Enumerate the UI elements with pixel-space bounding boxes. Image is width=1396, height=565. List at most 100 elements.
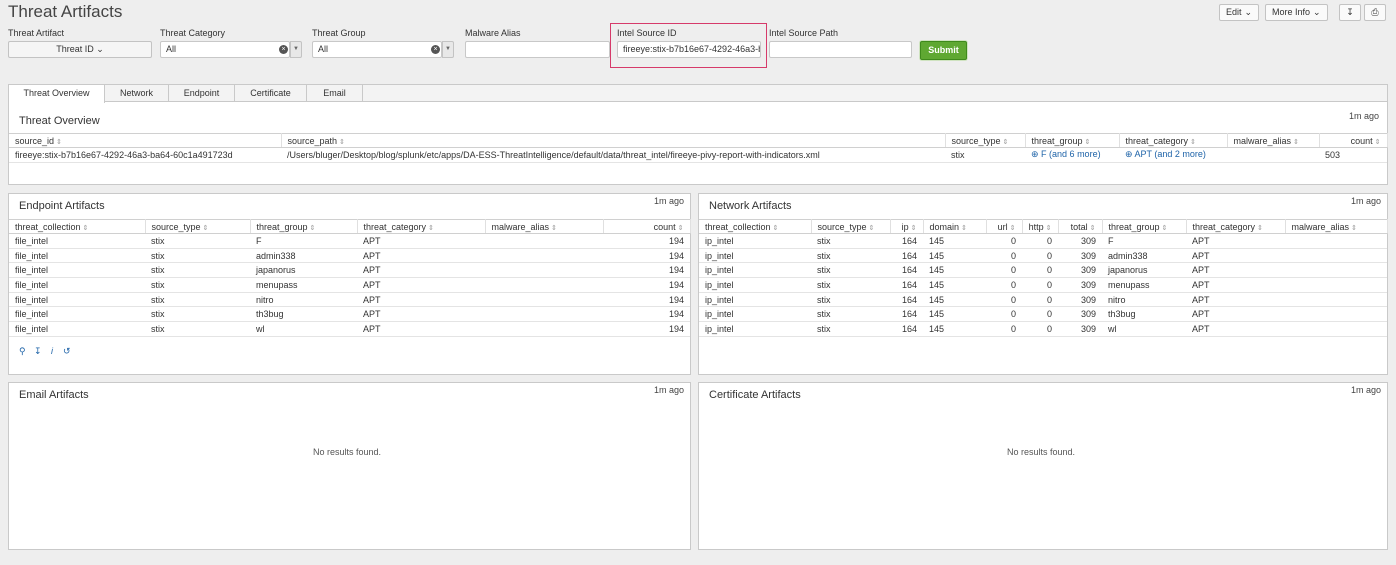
threat-category-link[interactable]: APT (and 2 more) [1135,149,1206,159]
column-header-url[interactable]: url ⇕ [986,219,1023,234]
table-row[interactable]: file_intel stix F APT 194 [9,233,690,249]
column-header-malware-alias[interactable]: malware_alias ⇕ [485,219,604,234]
column-header-count[interactable]: count ⇕ [603,219,691,234]
cell-ip: 164 [890,292,923,308]
column-header-malware-alias[interactable]: malware_alias ⇕ [1227,133,1320,148]
sort-icon[interactable]: ⇕ [869,225,875,232]
threat-group-link[interactable]: F (and 6 more) [1041,149,1101,159]
sort-icon[interactable]: ⇕ [428,225,434,232]
threat-group-select[interactable]: All [312,41,442,58]
column-header-domain[interactable]: domain ⇕ [923,219,987,234]
table-row[interactable]: file_intel stix wl APT 194 [9,321,690,337]
export-icon[interactable]: ↧ [34,346,42,357]
threat-artifact-dropdown[interactable]: Threat ID ⌄ [8,41,152,58]
sort-icon[interactable]: ⇕ [911,225,917,232]
column-header-ip[interactable]: ip ⇕ [890,219,924,234]
table-row[interactable]: ip_intel stix 164 145 0 0 309 wl APT [699,321,1387,337]
column-header-total[interactable]: total ⇕ [1058,219,1103,234]
cell-threat-collection: ip_intel [699,233,811,249]
table-row[interactable]: file_intel stix th3bug APT 194 [9,306,690,323]
sort-icon[interactable]: ⇕ [203,225,209,232]
sort-icon[interactable]: ⇕ [1046,225,1052,232]
table-row[interactable]: ip_intel stix 164 145 0 0 309 japanorus APT [699,262,1387,279]
table-row[interactable]: ip_intel stix 164 145 0 0 309 admin338 APT [699,248,1387,264]
table-row[interactable]: file_intel stix admin338 APT 194 [9,248,690,264]
cell-threat-category[interactable]: ⊕ APT (and 2 more) [1119,147,1227,163]
cell-threat-group[interactable]: ⊕ F (and 6 more) [1025,147,1119,163]
print-button[interactable]: ⎙ [1364,4,1386,21]
sort-icon[interactable]: ⇕ [1257,225,1263,232]
sort-icon[interactable]: ⇕ [678,225,684,232]
column-header-source-id[interactable]: source_id ⇕ [9,133,282,148]
cell-threat-collection: file_intel [9,248,145,264]
column-header-source-type[interactable]: source_type ⇕ [145,219,251,234]
intel-source-id-input[interactable]: fireeye:stix-b7b16e67-4292-46a3-b [617,41,761,58]
sort-icon[interactable]: ⇕ [551,225,557,232]
cell-source-type: stix [145,277,250,293]
threat-group-caret-icon[interactable]: ▼ [442,41,454,58]
cell-source-id: fireeye:stix-b7b16e67-4292-46a3-ba64-60c… [9,147,281,163]
sort-icon[interactable]: ⇕ [961,225,967,232]
cell-threat-category: APT [357,292,485,308]
cell-total: 309 [1058,306,1102,323]
expand-icon[interactable]: ⊕ [1125,149,1135,159]
column-header-count[interactable]: count ⇕ [1319,133,1388,148]
column-header-threat-category[interactable]: threat_category ⇕ [357,219,486,234]
tab-endpoint[interactable]: Endpoint [169,85,235,102]
table-row[interactable]: file_intel stix japanorus APT 194 [9,262,690,279]
search-icon[interactable]: ⚲ [19,346,26,357]
sort-icon[interactable]: ⇕ [773,225,779,232]
info-icon[interactable]: i [51,346,53,356]
column-header-threat-group[interactable]: threat_group ⇕ [1102,219,1187,234]
table-row[interactable]: ip_intel stix 164 145 0 0 309 menupass APT [699,277,1387,293]
column-header-source-type[interactable]: source_type ⇕ [945,133,1026,148]
column-header-malware-alias[interactable]: malware_alias ⇕ [1285,219,1388,234]
sort-icon[interactable]: ⇕ [1010,225,1016,232]
malware-alias-input[interactable] [465,41,610,58]
cell-http: 0 [1022,277,1058,293]
column-header-threat-group[interactable]: threat_group ⇕ [250,219,358,234]
expand-icon[interactable]: ⊕ [1031,149,1041,159]
clear-icon[interactable]: × [279,45,288,54]
column-header-threat-group[interactable]: threat_group ⇕ [1025,133,1120,148]
tab-threat-overview[interactable]: Threat Overview [9,85,105,103]
column-header-source-type[interactable]: source_type ⇕ [811,219,891,234]
column-header-threat-category[interactable]: threat_category ⇕ [1119,133,1228,148]
edit-button[interactable]: Edit ⌄ [1219,4,1260,21]
sort-icon[interactable]: ⇕ [83,225,89,232]
tab-network[interactable]: Network [105,85,169,102]
export-button[interactable]: ↧ [1339,4,1361,21]
cell-malware-alias [485,306,603,323]
cell-domain: 145 [923,262,986,279]
table-row[interactable]: ip_intel stix 164 145 0 0 309 nitro APT [699,292,1387,308]
tab-email[interactable]: Email [307,85,363,102]
email-artifacts-panel: Email Artifacts 1m ago No results found. [8,382,691,550]
network-artifacts-ago: 1m ago [1350,196,1381,206]
sort-icon[interactable]: ⇕ [310,225,316,232]
threat-category-caret-icon[interactable]: ▼ [290,41,302,58]
intel-source-path-input[interactable] [769,41,912,58]
column-header-threat-collection[interactable]: threat_collection ⇕ [9,219,146,234]
cell-malware-alias [1285,321,1387,337]
column-header-threat-collection[interactable]: threat_collection ⇕ [699,219,812,234]
sort-icon[interactable]: ⇕ [1090,225,1096,232]
tab-certificate[interactable]: Certificate [235,85,307,102]
refresh-icon[interactable]: ↺ [63,346,71,357]
table-row[interactable]: ip_intel stix 164 145 0 0 309 th3bug APT [699,306,1387,323]
table-row[interactable]: file_intel stix nitro APT 194 [9,292,690,308]
column-header-threat-category[interactable]: threat_category ⇕ [1186,219,1286,234]
cell-url: 0 [986,233,1022,249]
clear-icon[interactable]: × [431,45,440,54]
table-row[interactable]: fireeye:stix-b7b16e67-4292-46a3-ba64-60c… [9,147,1387,163]
sort-icon[interactable]: ⇕ [1162,225,1168,232]
submit-button[interactable]: Submit [920,41,967,60]
column-header-source-path[interactable]: source_path ⇕ [281,133,946,148]
cell-source-type: stix [145,306,250,323]
threat-category-select[interactable]: All [160,41,290,58]
sort-icon[interactable]: ⇕ [1351,225,1357,232]
column-header-http[interactable]: http ⇕ [1022,219,1059,234]
more-info-button[interactable]: More Info ⌄ [1265,4,1328,21]
cell-malware-alias [1285,233,1387,249]
table-row[interactable]: ip_intel stix 164 145 0 0 309 F APT [699,233,1387,249]
table-row[interactable]: file_intel stix menupass APT 194 [9,277,690,293]
